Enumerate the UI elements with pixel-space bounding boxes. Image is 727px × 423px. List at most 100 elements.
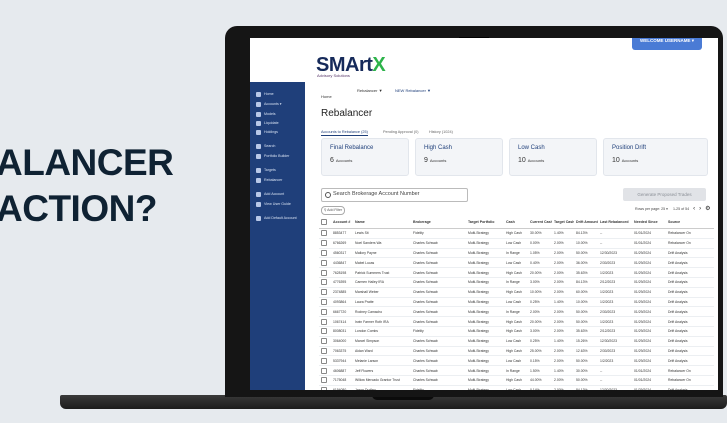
checkbox[interactable] <box>321 328 327 335</box>
select-all-checkbox[interactable] <box>319 216 331 229</box>
logo-subtitle: Advisory Solutions <box>317 73 350 78</box>
tab-rebalancer[interactable]: Rebalancer ▼ <box>357 88 383 93</box>
row-checkbox[interactable] <box>319 287 331 298</box>
checkbox[interactable] <box>321 308 327 315</box>
breadcrumb[interactable]: Home <box>321 94 332 99</box>
column-header[interactable]: Drift Amount <box>574 216 598 229</box>
checkbox[interactable] <box>321 387 327 390</box>
card-position-drift[interactable]: Position Drift 10 Accounts <box>603 138 708 176</box>
sidebar-item-11[interactable]: Add Default Account <box>250 214 305 223</box>
row-checkbox[interactable] <box>319 267 331 278</box>
table-row[interactable]: 3064000 Marcel Simpson Charles Schwab Multi… <box>319 336 714 347</box>
column-header[interactable]: Target Cash <box>552 216 574 229</box>
table-row[interactable]: 6667720 Rodney Camacho Charles Schwab Multi… <box>319 306 714 318</box>
rows-per-page-select[interactable]: Rows per page: 25 ▾ <box>635 207 668 211</box>
column-header[interactable]: Name <box>353 216 411 229</box>
checkbox[interactable] <box>321 377 327 384</box>
next-page-icon[interactable]: › <box>699 206 701 212</box>
checkbox[interactable] <box>321 289 327 296</box>
sidebar-item-4[interactable]: Holdings <box>250 128 305 137</box>
row-checkbox[interactable] <box>319 316 331 327</box>
user-menu-button[interactable]: WELCOME USERNAME ▾ <box>631 38 702 50</box>
sidebar-item-5[interactable]: Search <box>250 142 305 151</box>
table-row[interactable]: 6766269 Noel Sanders Wa Charles Schwab Mult… <box>319 238 714 249</box>
sidebar-item-0[interactable]: Home <box>250 90 305 99</box>
sidebar-item-1[interactable]: Accounts ▾ <box>250 100 305 109</box>
row-checkbox[interactable] <box>319 336 331 347</box>
add-filter-button[interactable]: ⚲ Add Filter <box>321 206 345 215</box>
prev-page-icon[interactable]: ‹ <box>693 206 695 212</box>
checkbox[interactable] <box>321 240 327 247</box>
checkbox[interactable] <box>321 269 327 276</box>
sidebar-item-6[interactable]: Portfolio Builder <box>250 152 305 161</box>
table-row[interactable]: 7175048 Willow Mercado Grantor Trust Charl… <box>319 375 714 386</box>
row-checkbox[interactable] <box>319 375 331 386</box>
table-row[interactable]: 4560317 Mallory Payne Charles Schwab Multi-… <box>319 248 714 259</box>
column-header[interactable]: Source <box>666 216 714 229</box>
table-cell: 10.00% <box>574 238 598 249</box>
table-cell: 0.25% <box>528 297 552 308</box>
row-checkbox[interactable] <box>319 355 331 367</box>
table-row[interactable]: 5337944 Melanie Larson Charles Schwab Multi… <box>319 355 714 367</box>
tab-history[interactable]: History (1024) <box>429 130 453 134</box>
row-checkbox[interactable] <box>319 385 331 390</box>
settings-icon[interactable]: ⚙ <box>705 205 710 212</box>
card-low-cash[interactable]: Low Cash 10 Accounts <box>509 138 597 176</box>
sidebar-item-3[interactable]: Liquidate <box>250 119 305 128</box>
row-checkbox[interactable] <box>319 248 331 259</box>
tab-new-rebalancer[interactable]: NEW Rebalancer ▼ <box>395 88 431 93</box>
tab-accounts-to-rebalance[interactable]: Accounts to Rebalance (25) <box>321 130 368 136</box>
checkbox[interactable] <box>321 259 327 266</box>
table-cell: 2.00% <box>552 355 574 367</box>
sidebar-item-8[interactable]: Rebalancer <box>250 176 305 185</box>
checkbox[interactable] <box>321 230 327 237</box>
table-row[interactable]: 4776395 Carmen Hailey IRA Charles Schwab Mu… <box>319 277 714 288</box>
column-header[interactable]: Cash <box>504 216 528 229</box>
table-row[interactable]: 6194080Jaxon DudleyFidelityMulti-Strateg… <box>319 385 714 390</box>
generate-trades-button[interactable]: Generate Proposed Trades <box>623 188 706 201</box>
checkbox[interactable] <box>321 357 327 364</box>
column-header[interactable]: Last Rebalanced <box>598 216 632 229</box>
checkbox[interactable] <box>321 347 327 354</box>
row-checkbox[interactable] <box>319 228 331 239</box>
checkbox[interactable] <box>321 298 327 305</box>
row-checkbox[interactable] <box>319 306 331 318</box>
checkbox[interactable] <box>321 249 327 256</box>
table-row[interactable]: 7628198 Patrick Summers Trust Charles Schw… <box>319 267 714 278</box>
row-checkbox[interactable] <box>319 297 331 308</box>
checkbox[interactable] <box>321 318 327 325</box>
table-cell: 0.00% <box>528 238 552 249</box>
card-high-cash[interactable]: High Cash 9 Accounts <box>415 138 503 176</box>
row-checkbox[interactable] <box>319 277 331 288</box>
table-row[interactable]: 2374885 Marshall Weber Charles Schwab Multi… <box>319 287 714 298</box>
checkbox[interactable] <box>321 367 327 374</box>
sidebar-item-9[interactable]: Add Account <box>250 190 305 199</box>
table-row[interactable]: 4606887 Jeff Flowers Charles Schwab Multi-S… <box>319 365 714 376</box>
column-header[interactable]: Current Cash <box>528 216 552 229</box>
sidebar-item-7[interactable]: Targets <box>250 166 305 175</box>
table-row[interactable]: 8008031 London Combs Fidelity Multi-Strateg… <box>319 326 714 337</box>
row-checkbox[interactable] <box>319 257 331 269</box>
column-header[interactable]: Account # <box>331 216 353 229</box>
row-checkbox[interactable] <box>319 346 331 357</box>
search-input[interactable]: Search Brokerage Account Number <box>321 188 468 202</box>
column-header[interactable]: Brokerage <box>411 216 466 229</box>
row-checkbox[interactable] <box>319 365 331 376</box>
checkbox[interactable] <box>321 338 327 345</box>
table-cell: Charles Schwab <box>411 355 466 367</box>
tab-pending-approval[interactable]: Pending Approval (0) <box>383 130 418 134</box>
checkbox[interactable] <box>321 279 327 286</box>
card-final-rebalance[interactable]: Final Rebalance 6 Accounts <box>321 138 409 176</box>
table-row[interactable]: 1067414 Irwin Farmer Roth IRA Charles Schw… <box>319 316 714 327</box>
sidebar-item-2[interactable]: Models <box>250 110 305 119</box>
checkbox[interactable] <box>321 219 327 225</box>
row-checkbox[interactable] <box>319 326 331 337</box>
row-checkbox[interactable] <box>319 238 331 249</box>
column-header[interactable]: Target Portfolio <box>466 216 504 229</box>
sidebar-item-10[interactable]: View User Guide <box>250 200 305 209</box>
table-row[interactable]: 4436847 Mabel Lucas Charles Schwab Multi-St… <box>319 257 714 269</box>
table-row[interactable]: 8853477 Lewis Sit Fidelity Multi-Strategy Hi… <box>319 228 714 239</box>
table-row[interactable]: 4093864 Laura Pratte Charles Schwab Multi-S… <box>319 297 714 308</box>
table-row[interactable]: 7063375 Aidan Ward Charles Schwab Multi-Str… <box>319 346 714 357</box>
column-header[interactable]: Needed Since <box>632 216 666 229</box>
